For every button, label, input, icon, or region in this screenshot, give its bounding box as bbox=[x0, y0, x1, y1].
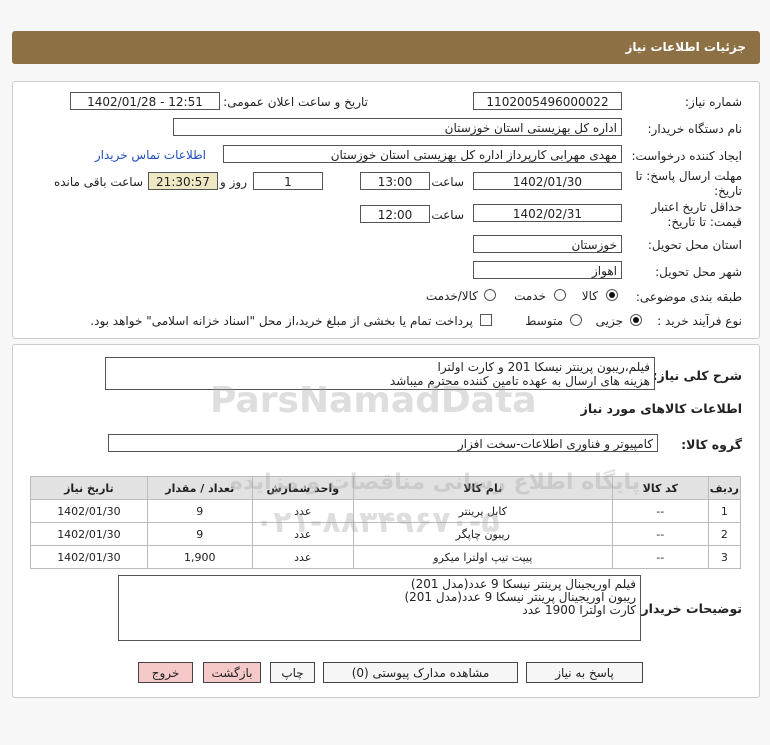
requester-label: ایجاد کننده درخواست: bbox=[631, 149, 742, 163]
process-option-medium: متوسط bbox=[525, 314, 563, 328]
days-field: 1 bbox=[253, 172, 323, 190]
need-number-field: 1102005496000022 bbox=[473, 92, 622, 110]
table-row: 2 -- ریبون چاپگر عدد 9 1402/01/30 bbox=[30, 522, 742, 546]
col-unit: واحد شمارش bbox=[251, 476, 354, 500]
cell-name: کابل پرینتر bbox=[352, 499, 613, 523]
col-qty: تعداد / مقدار bbox=[146, 476, 253, 500]
category-option-goods-service: کالا/خدمت bbox=[425, 289, 478, 303]
cell-code: -- bbox=[611, 499, 709, 523]
province-field: خوزستان bbox=[473, 235, 622, 253]
cell-code: -- bbox=[611, 522, 709, 546]
table-header-row: ردیف کد کالا نام کالا واحد شمارش تعداد /… bbox=[30, 476, 742, 500]
attachments-button[interactable]: مشاهده مدارک پیوستی (0) bbox=[323, 662, 518, 683]
buyer-notes-box: فیلم اوریجینال پرینتر نیسکا 9 عدد(مدل 20… bbox=[118, 575, 641, 641]
remaining-time-label: ساعت باقی مانده bbox=[53, 175, 143, 189]
validity-label-line2: قیمت: تا تاریخ: bbox=[667, 215, 742, 229]
cell-unit: عدد bbox=[251, 499, 354, 523]
deadline-time-field: 13:00 bbox=[360, 172, 430, 190]
summary-line-1: فیلم،ریبون پرینتر نیسکا 201 و کارت اولتر… bbox=[437, 360, 650, 374]
announce-field: 1402/01/28 - 12:51 bbox=[70, 92, 220, 110]
cell-date: 1402/01/30 bbox=[30, 522, 148, 546]
cell-unit: عدد bbox=[251, 522, 354, 546]
days-label: روز و bbox=[220, 175, 247, 189]
deadline-time-label: ساعت bbox=[431, 175, 464, 189]
cell-row: 1 bbox=[707, 499, 742, 523]
province-label: استان محل تحویل: bbox=[647, 238, 742, 252]
page-header: جزئیات اطلاعات نیاز bbox=[12, 31, 760, 64]
col-name: نام کالا bbox=[352, 476, 613, 500]
goods-group-label: گروه کالا: bbox=[681, 437, 742, 452]
category-radio-goods[interactable] bbox=[606, 289, 618, 301]
remaining-time-field: 21:30:57 bbox=[148, 172, 218, 190]
buyer-notes-label: توضیحات خریدار: bbox=[636, 601, 742, 616]
col-code: کد کالا bbox=[611, 476, 709, 500]
table-row: 3 -- پیپت تیپ اولترا میکرو عدد 1,900 140… bbox=[30, 545, 742, 569]
requester-field: مهدی مهرابی کارپرداز اداره کل بهزیستی اس… bbox=[223, 145, 622, 163]
buyer-notes-line-3: کارت اولترا 1900 عدد bbox=[522, 603, 636, 617]
cell-name: پیپت تیپ اولترا میکرو bbox=[352, 545, 613, 569]
deadline-label-line2: تاریخ: bbox=[714, 184, 742, 198]
category-option-service: خدمت bbox=[514, 289, 546, 303]
category-label: طبقه بندی موضوعی: bbox=[635, 290, 742, 304]
city-field: اهواز bbox=[473, 261, 622, 279]
goods-table: ردیف کد کالا نام کالا واحد شمارش تعداد /… bbox=[30, 476, 742, 569]
process-option-minor: جزیی bbox=[595, 314, 623, 328]
cell-date: 1402/01/30 bbox=[30, 499, 148, 523]
need-number-label: شماره نیاز: bbox=[685, 95, 742, 109]
summary-line-2: هزینه های ارسال به عهده تامین کننده محتر… bbox=[389, 374, 650, 388]
summary-label: شرح کلی نیاز: bbox=[652, 368, 742, 383]
cell-row: 3 bbox=[707, 545, 742, 569]
goods-group-field: کامپیوتر و فناوری اطلاعات-سخت افزار bbox=[108, 434, 658, 452]
validity-time-field: 12:00 bbox=[360, 205, 430, 223]
cell-row: 2 bbox=[707, 522, 742, 546]
process-label: نوع فرآیند خرید : bbox=[657, 314, 742, 328]
col-row: ردیف bbox=[707, 476, 742, 500]
validity-label-line1: حداقل تاریخ اعتبار bbox=[651, 200, 742, 214]
exit-button[interactable]: خروج bbox=[138, 662, 193, 683]
process-radio-medium[interactable] bbox=[570, 314, 582, 326]
buyer-field: اداره کل بهزیستی استان خوزستان bbox=[173, 118, 622, 136]
cell-date: 1402/01/30 bbox=[30, 545, 148, 569]
announce-label: تاریخ و ساعت اعلان عمومی: bbox=[223, 95, 368, 109]
process-radio-minor[interactable] bbox=[630, 314, 642, 326]
page-title: جزئیات اطلاعات نیاز bbox=[625, 40, 746, 54]
treasury-checkbox[interactable] bbox=[480, 314, 492, 326]
category-radio-service[interactable] bbox=[554, 289, 566, 301]
cell-name: ریبون چاپگر bbox=[352, 522, 613, 546]
buyer-contact-link[interactable]: اطلاعات تماس خریدار bbox=[95, 148, 206, 162]
validity-date-field: 1402/02/31 bbox=[473, 204, 622, 222]
cell-qty: 1,900 bbox=[146, 545, 253, 569]
table-row: 1 -- کابل پرینتر عدد 9 1402/01/30 bbox=[30, 499, 742, 523]
back-button[interactable]: بازگشت bbox=[203, 662, 261, 683]
payment-note: پرداخت تمام یا بخشی از مبلغ خرید،از محل … bbox=[90, 314, 473, 328]
deadline-date-field: 1402/01/30 bbox=[473, 172, 622, 190]
category-option-goods: کالا bbox=[581, 289, 598, 303]
cell-unit: عدد bbox=[251, 545, 354, 569]
reply-button[interactable]: پاسخ به نیاز bbox=[526, 662, 643, 683]
validity-time-label: ساعت bbox=[431, 208, 464, 222]
category-radio-goods-service[interactable] bbox=[484, 289, 496, 301]
col-date: تاریخ نیاز bbox=[30, 476, 148, 500]
deadline-label-line1: مهلت ارسال پاسخ: تا bbox=[635, 169, 742, 183]
cell-qty: 9 bbox=[146, 499, 253, 523]
city-label: شهر محل تحویل: bbox=[655, 265, 742, 279]
buyer-label: نام دستگاه خریدار: bbox=[647, 122, 743, 136]
summary-box: فیلم،ریبون پرینتر نیسکا 201 و کارت اولتر… bbox=[105, 357, 655, 390]
cell-code: -- bbox=[611, 545, 709, 569]
cell-qty: 9 bbox=[146, 522, 253, 546]
goods-section-title: اطلاعات کالاهای مورد نیاز bbox=[580, 401, 742, 416]
print-button[interactable]: چاپ bbox=[270, 662, 315, 683]
